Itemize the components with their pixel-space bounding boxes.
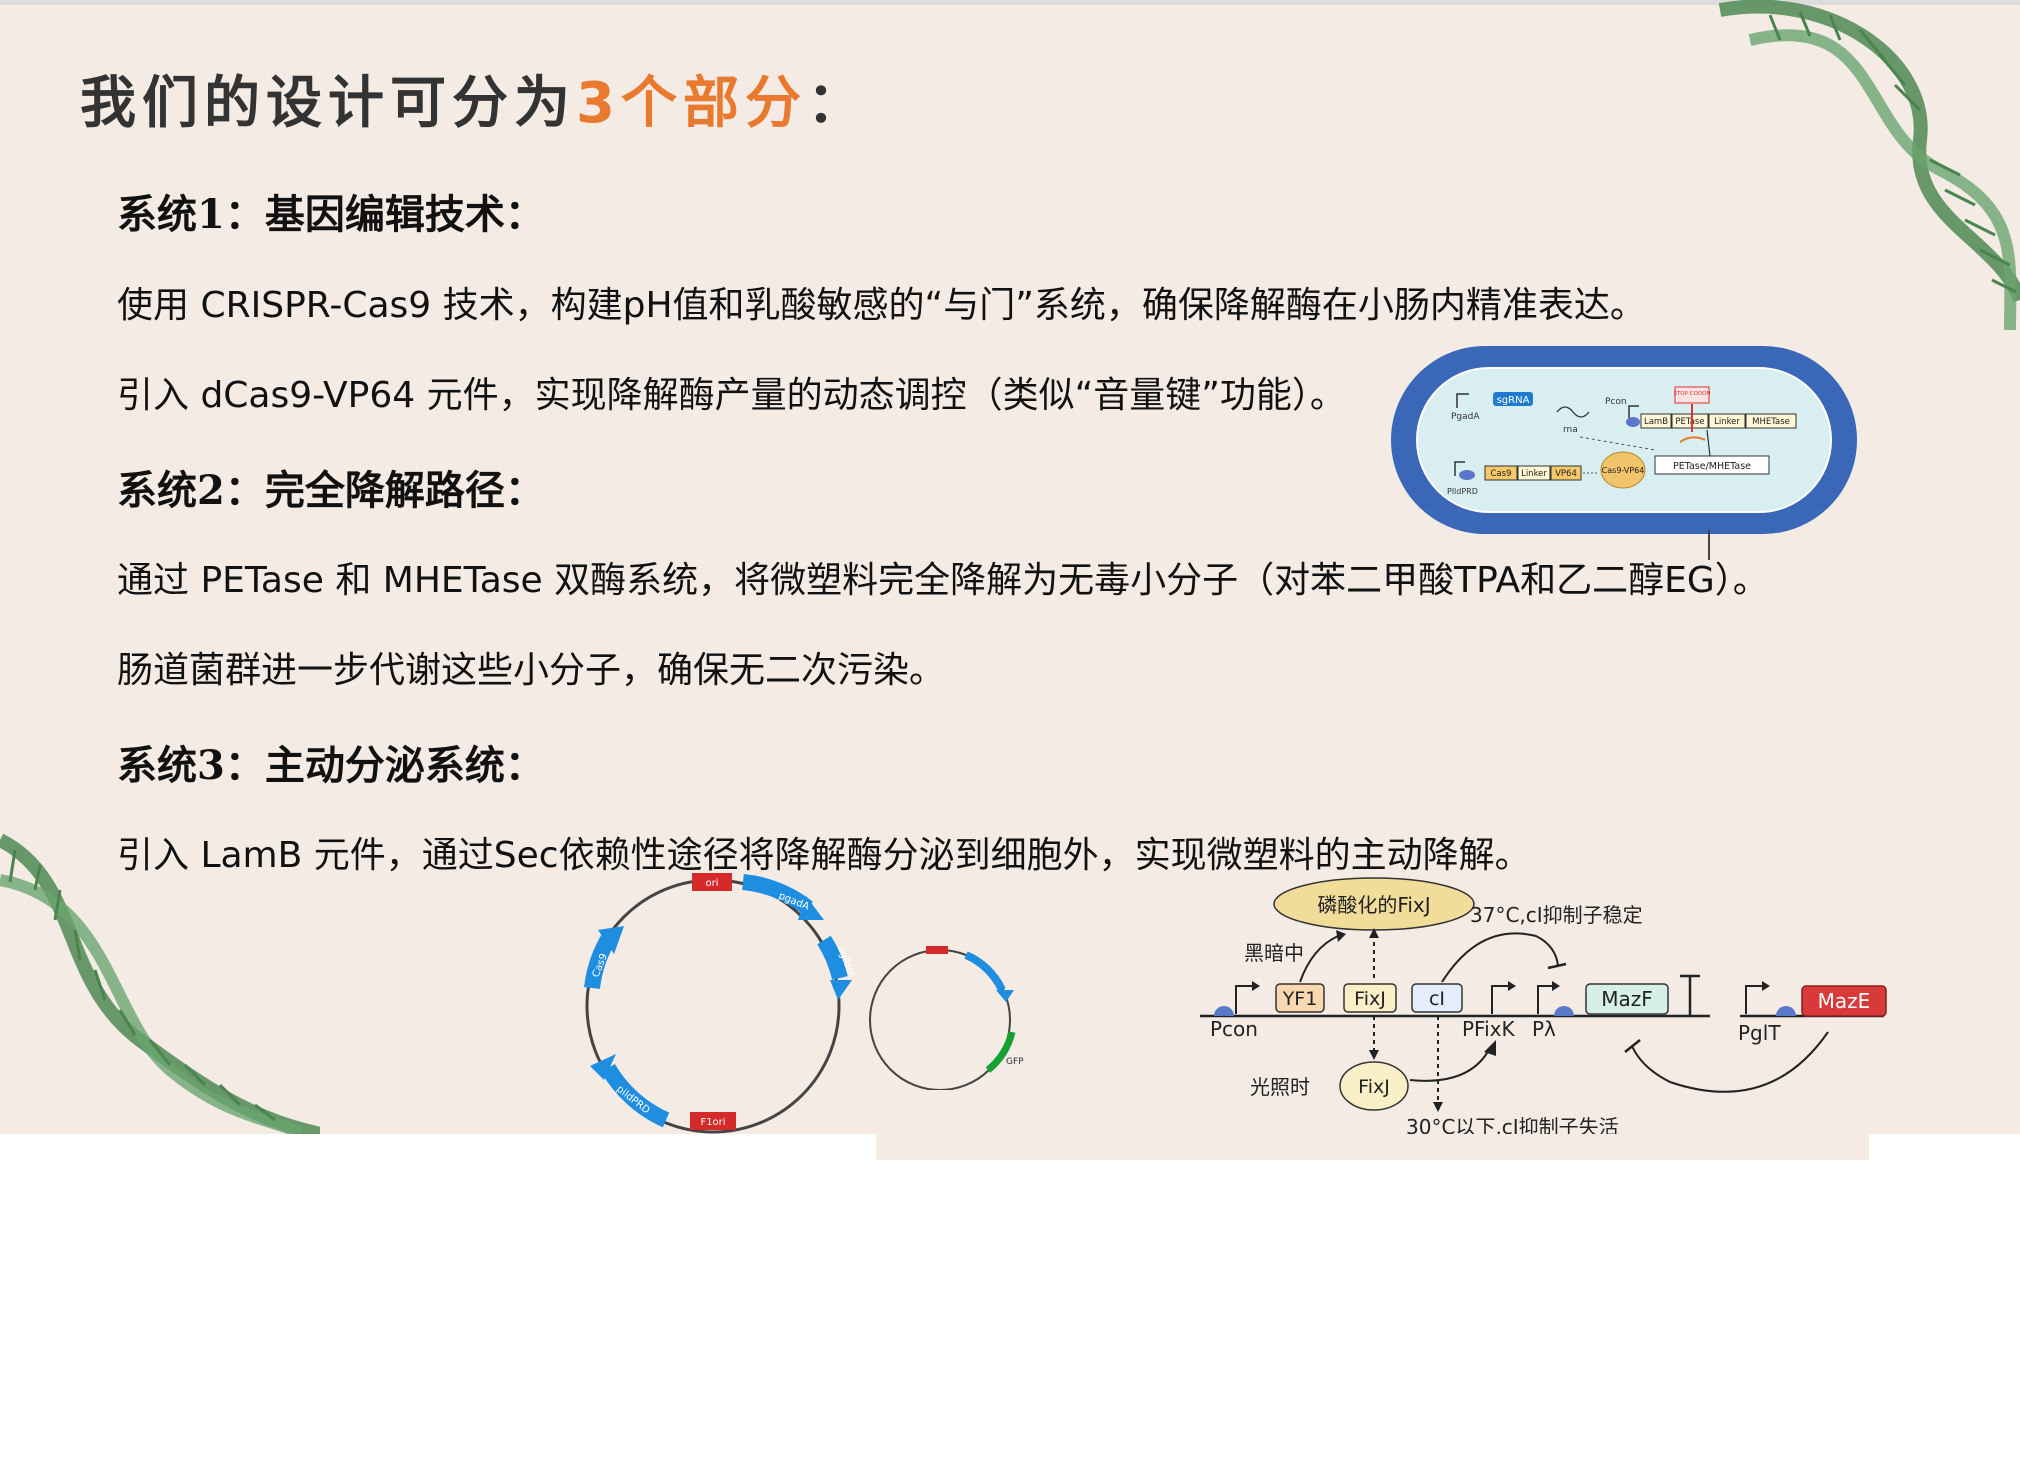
plasmid-ori-label: ori [705,878,718,889]
cell-lamb-label: LamB [1644,417,1668,427]
dna-helix-top-right-icon [1718,0,2020,330]
cell-gene-circuit-diagram: sgRNA PgadA rna Pcon STOP CODON LamB PET… [1391,346,1857,534]
cell-cas9vp64-label: Cas9-VP64 [1602,466,1645,475]
temperature-light-circuit-diagram: 磷酸化的FixJ 37°C,cI抑制子稳定 黑暗中 Pcon YF1 FixJ … [1200,877,1887,1134]
system3-heading: 系统3：主动分泌系统： [117,742,545,789]
plasmid-large-diagram: ori pgadA sgRNA F1ori pildPRD Cas9 [584,873,857,1134]
plasmid-small-diagram: GFP [869,946,1024,1090]
cell-pgada-label: PgadA [1451,412,1480,422]
circuit-mazf: MazF [1601,987,1653,1011]
cell-mhetase-label: MHETase [1752,417,1790,427]
circuit-plambda: Pλ [1532,1017,1556,1041]
plasmid-f1ori-label: F1ori [700,1117,725,1128]
cell-sgrna-label: sgRNA [1497,395,1530,406]
plasmid-gfp-label: GFP [1006,1057,1024,1067]
circuit-ci: cI [1429,988,1445,1010]
circuit-yf1: YF1 [1282,988,1318,1010]
circuit-dark: 黑暗中 [1244,941,1304,965]
page-title: 我们的设计可分为3个部分： [80,58,869,139]
cell-stop-label: STOP CODON [1673,391,1710,397]
cell-pildprd-label: PlldPRD [1447,487,1478,496]
circuit-phospho-fixj: 磷酸化的FixJ [1317,893,1430,917]
cell-product-label: PETase/MHETase [1673,461,1751,472]
cell-linker-label: Linker [1714,417,1740,427]
circuit-pglt: PglT [1738,1021,1781,1045]
system1-heading: 系统1：基因编辑技术： [117,191,545,238]
title-prefix: 我们的设计可分为 [80,71,576,136]
system2-line2: 肠道菌群进一步代谢这些小分子，确保无二次污染。 [117,650,946,691]
slide-background-extension [876,1134,1869,1160]
cell-cas9-label: Cas9 [1491,469,1512,479]
title-suffix: ： [806,71,869,136]
circuit-light: 光照时 [1250,1075,1310,1099]
circuit-maze: MazE [1818,989,1871,1013]
system1-line2: 引入 dCas9-VP64 元件，实现降解酶产量的动态调控（类似“音量键”功能）… [117,375,1346,416]
circuit-temp37: 37°C,cI抑制子稳定 [1470,903,1643,927]
circuit-fixj2: FixJ [1358,1076,1390,1098]
circuit-pcon: Pcon [1210,1017,1258,1041]
slide-background: 我们的设计可分为3个部分： 系统1：基因编辑技术： 使用 CRISPR-Cas9… [0,0,2020,1134]
title-accent: 3个部分 [576,71,807,136]
circuit-pfixk: PFixK [1462,1017,1516,1041]
cell-arrow-line [1708,530,1710,560]
system2-heading: 系统2：完全降解路径： [117,467,545,514]
cell-linker2-label: Linker [1521,469,1547,479]
system1-line1: 使用 CRISPR-Cas9 技术，构建pH值和乳酸敏感的“与门”系统，确保降解… [117,285,1646,326]
circuit-fixj: FixJ [1354,988,1386,1010]
cell-petase-label: PETase [1675,417,1704,427]
cell-pcon-label: Pcon [1605,397,1627,407]
circuit-temp30: 30°C以下,cI抑制子失活 [1406,1115,1619,1134]
cell-rna-label: rna [1563,425,1578,435]
cell-vp64-label: VP64 [1555,469,1577,479]
system2-line1: 通过 PETase 和 MHETase 双酶系统，将微塑料完全降解为无毒小分子（… [117,560,1769,601]
